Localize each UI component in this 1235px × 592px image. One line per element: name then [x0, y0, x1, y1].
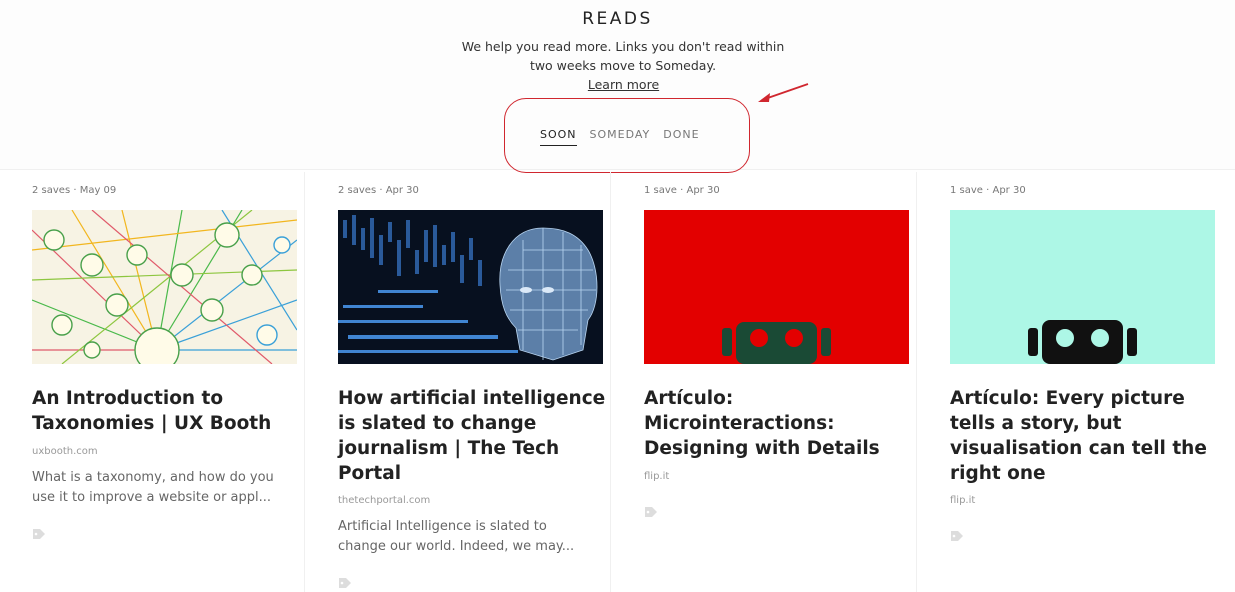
tab-soon[interactable]: SOON	[540, 128, 577, 146]
robot-icon	[644, 210, 909, 364]
read-card[interactable]: 2 saves · May 09 An Introduction to Taxo…	[0, 172, 305, 592]
card-meta: 2 saves · May 09	[32, 185, 117, 196]
tag-icon[interactable]	[338, 577, 352, 589]
card-thumbnail[interactable]	[644, 210, 909, 364]
card-thumbnail[interactable]	[950, 210, 1215, 364]
card-meta: 2 saves · Apr 30	[338, 185, 419, 196]
taxonomy-map-image	[32, 210, 297, 364]
tag-icon[interactable]	[950, 530, 964, 542]
card-title[interactable]: Artículo: Every picture tells a story, b…	[950, 386, 1218, 486]
tag-icon[interactable]	[644, 506, 658, 518]
reads-header: READS We help you read more. Links you d…	[0, 0, 1235, 173]
page-title: READS	[582, 9, 653, 29]
digital-head-image	[338, 210, 603, 364]
read-card[interactable]: 2 saves · Apr 30 How artificial intellig…	[306, 172, 611, 592]
tag-icon[interactable]	[32, 528, 46, 540]
tab-done[interactable]: DONE	[663, 128, 699, 146]
learn-more-link[interactable]: Learn more	[0, 77, 1235, 92]
tab-someday[interactable]: SOMEDAY	[590, 128, 651, 146]
reads-tabs: SOON SOMEDAY DONE	[540, 128, 700, 146]
card-title[interactable]: How artificial intelligence is slated to…	[338, 386, 606, 486]
read-card[interactable]: 1 save · Apr 30 Artículo: Microinteracti…	[612, 172, 917, 592]
card-domain: uxbooth.com	[32, 446, 98, 457]
card-title[interactable]: An Introduction to Taxonomies | UX Booth	[32, 386, 300, 436]
card-thumbnail[interactable]	[338, 210, 603, 364]
annotation-arrow-icon	[758, 83, 809, 102]
card-title[interactable]: Artículo: Microinteractions: Designing w…	[644, 386, 912, 461]
card-meta: 1 save · Apr 30	[950, 185, 1026, 196]
card-domain: flip.it	[950, 495, 976, 506]
card-domain: thetechportal.com	[338, 495, 431, 506]
page-subtitle: We help you read more. Links you don't r…	[461, 39, 785, 73]
robot-icon	[950, 210, 1215, 364]
card-excerpt: What is a taxonomy, and how do you use i…	[32, 470, 274, 505]
card-meta: 1 save · Apr 30	[644, 185, 720, 196]
card-thumbnail[interactable]	[32, 210, 297, 364]
card-excerpt: Artificial Intelligence is slated to cha…	[338, 519, 575, 554]
read-card[interactable]: 1 save · Apr 30 Artículo: Every picture …	[918, 172, 1223, 592]
card-domain: flip.it	[644, 471, 670, 482]
